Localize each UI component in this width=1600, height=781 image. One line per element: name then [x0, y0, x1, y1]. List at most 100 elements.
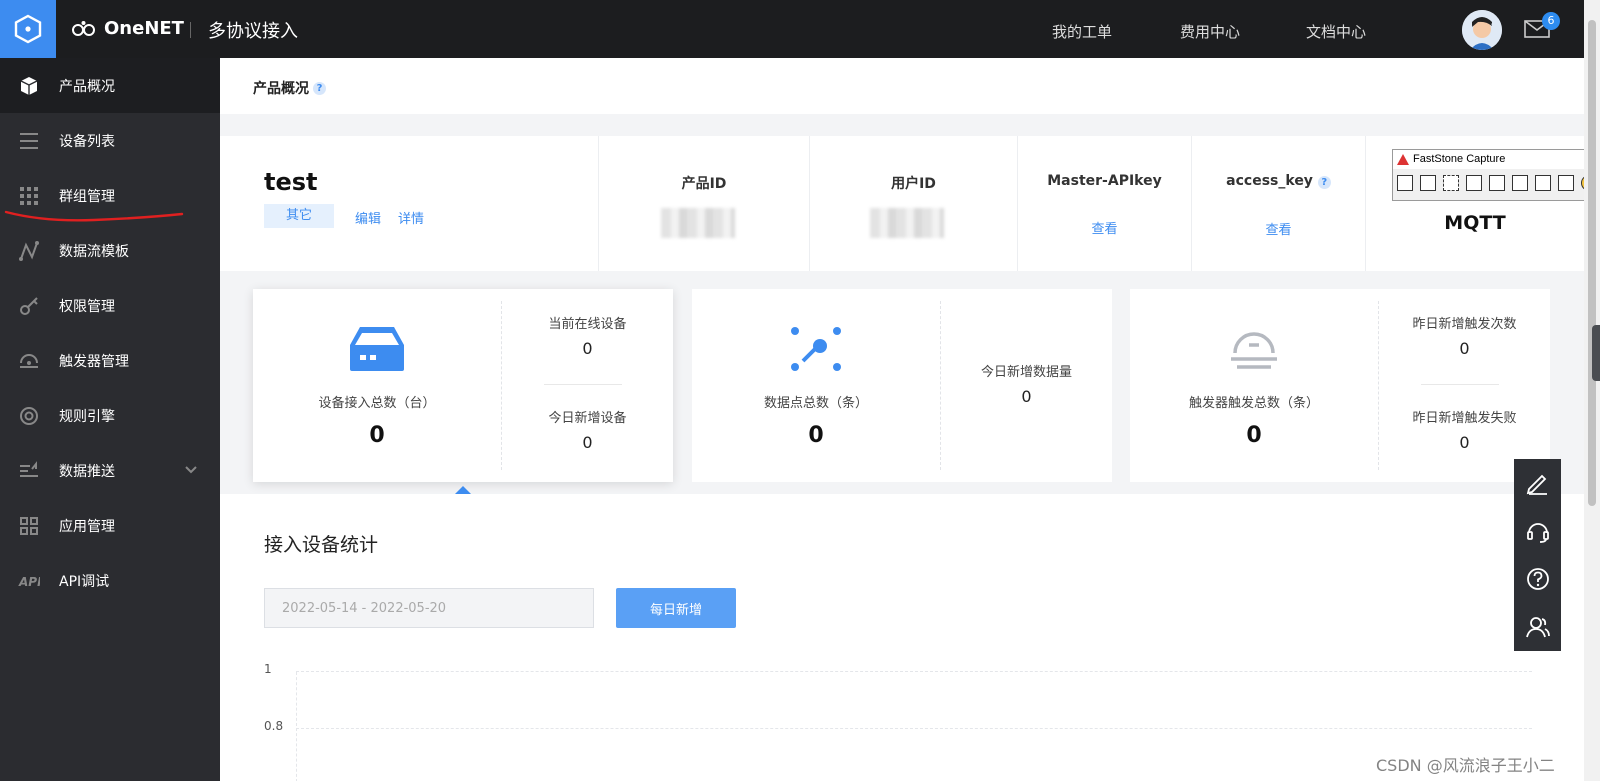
y-tick-0-8: 0.8	[264, 719, 284, 733]
sidebar-item-api-debug[interactable]: API API调试	[0, 553, 220, 608]
yesterday-failed-value: 0	[1459, 433, 1470, 452]
page-scrollbar[interactable]	[1584, 0, 1600, 781]
cube-icon	[18, 75, 40, 97]
edit-link[interactable]: 编辑	[355, 208, 381, 227]
device-stat-main: 设备接入总数（台） 0	[253, 289, 501, 482]
watermark: CSDN @风流浪子王小二	[1376, 756, 1555, 775]
trigger-icon	[1130, 325, 1378, 373]
feedback-button[interactable]	[1514, 459, 1561, 507]
master-apikey-label: Master-APIkey	[1047, 173, 1162, 189]
new-devices-label: 今日新增设备	[548, 411, 627, 426]
side-drawer-handle[interactable]	[1592, 325, 1600, 381]
sidebar-item-label: 应用管理	[59, 518, 115, 535]
onenet-logo-icon	[72, 20, 95, 36]
support-button[interactable]	[1514, 507, 1561, 555]
question-circle-icon	[1526, 568, 1549, 590]
sidebar-item-product-overview[interactable]: 产品概况	[0, 58, 220, 113]
sidebar-item-permission[interactable]: 权限管理	[0, 278, 220, 333]
sidebar-item-label: 群组管理	[59, 188, 115, 205]
sidebar-item-trigger[interactable]: 触发器管理	[0, 333, 220, 388]
floating-toolbar	[1514, 459, 1561, 651]
yesterday-trigger-value: 0	[1459, 339, 1470, 358]
top-bar: OneNET 多协议接入 我的工单 费用中心 文档中心 6	[0, 0, 1600, 58]
date-range-input[interactable]	[264, 588, 594, 628]
trigger-total-label: 触发器触发总数（条）	[1188, 396, 1319, 411]
hexagon-logo-icon	[14, 14, 42, 44]
daily-new-button[interactable]: 每日新增	[616, 588, 736, 628]
product-id-label: 产品ID	[681, 176, 727, 192]
online-devices-value: 0	[582, 339, 593, 358]
product-id-redacted	[661, 208, 735, 238]
capture-fixed-icon[interactable]	[1535, 175, 1551, 191]
device-stat-card[interactable]: 设备接入总数（台） 0 当前在线设备 0 今日新增设备 0	[253, 289, 673, 482]
device-total-value: 0	[369, 423, 385, 448]
help-button[interactable]	[1514, 555, 1561, 603]
trigger-stat-side: 昨日新增触发次数 0 昨日新增触发失败 0	[1379, 289, 1550, 482]
mail-badge: 6	[1542, 12, 1560, 30]
nav-my-tickets[interactable]: 我的工单	[1052, 21, 1112, 42]
user-id-label: 用户ID	[891, 176, 936, 192]
device-stat-side: 当前在线设备 0 今日新增设备 0	[502, 289, 673, 482]
apps-icon	[18, 515, 40, 537]
protocol-value: MQTT	[1444, 212, 1506, 234]
community-button[interactable]	[1514, 603, 1561, 651]
sidebar-item-label: 权限管理	[59, 298, 115, 315]
list-icon	[18, 130, 40, 152]
capture-region-icon[interactable]	[1443, 175, 1459, 191]
nav-docs[interactable]: 文档中心	[1306, 21, 1366, 42]
headset-icon	[1526, 523, 1549, 543]
api-icon: API	[18, 570, 40, 592]
red-underline-annotation	[4, 210, 184, 222]
product-tag: 其它	[264, 204, 334, 228]
device-box-icon	[253, 325, 501, 373]
grid-line	[296, 728, 1532, 729]
trigger-total-value: 0	[1246, 423, 1262, 448]
brand-logo[interactable]: OneNET	[72, 18, 184, 39]
access-key-column: access_key ? 查看	[1191, 136, 1365, 271]
access-key-header: access_key ?	[1192, 173, 1365, 189]
trigger-stat-card[interactable]: 触发器触发总数（条） 0 昨日新增触发次数 0 昨日新增触发失败 0	[1130, 289, 1550, 482]
master-apikey-view-link[interactable]: 查看	[1018, 218, 1191, 237]
faststone-toolbar	[1397, 175, 1597, 191]
new-data-label: 今日新增数据量	[980, 365, 1072, 380]
access-key-view-link[interactable]: 查看	[1192, 219, 1365, 238]
sidebar-item-device-list[interactable]: 设备列表	[0, 113, 220, 168]
sidebar-item-label: API调试	[59, 573, 110, 590]
chevron-down-icon	[184, 463, 198, 479]
access-key-label: access_key	[1226, 173, 1313, 189]
selected-card-pointer	[455, 486, 471, 494]
capture-freehand-icon[interactable]	[1466, 175, 1482, 191]
scrollbar-thumb[interactable]	[1588, 20, 1596, 506]
product-name: test	[264, 168, 318, 196]
product-id-column: 产品ID	[598, 136, 809, 271]
sidebar-item-datastream-template[interactable]: 数据流模板	[0, 223, 220, 278]
users-icon	[1525, 617, 1550, 638]
rule-icon	[18, 405, 40, 427]
app-logo[interactable]	[0, 0, 56, 58]
device-total-label: 设备接入总数（台）	[318, 396, 436, 411]
capture-window-icon[interactable]	[1397, 175, 1413, 191]
datapoint-stat-card[interactable]: 数据点总数（条） 0 今日新增数据量 0	[692, 289, 1112, 482]
capture-fullscreen-icon[interactable]	[1489, 175, 1505, 191]
help-icon[interactable]: ?	[1317, 176, 1331, 189]
grid-dots-icon	[18, 185, 40, 207]
pencil-icon	[1526, 474, 1547, 495]
trigger-stat-main: 触发器触发总数（条） 0	[1130, 289, 1378, 482]
detail-link[interactable]: 详情	[398, 208, 424, 227]
faststone-capture-window: FastStone Capture	[1392, 149, 1600, 201]
sidebar-item-label: 数据流模板	[59, 243, 129, 260]
help-icon[interactable]: ?	[313, 81, 326, 95]
faststone-title: FastStone Capture	[1393, 150, 1600, 169]
page-header: 产品概况 ?	[220, 58, 1584, 114]
sidebar-item-rule-engine[interactable]: 规则引擎	[0, 388, 220, 443]
nav-billing[interactable]: 费用中心	[1180, 21, 1240, 42]
sidebar-item-app-manage[interactable]: 应用管理	[0, 498, 220, 553]
brand-divider	[190, 22, 191, 38]
grid-line	[296, 671, 1532, 672]
brand-name: OneNET	[104, 18, 184, 39]
sidebar-item-data-push[interactable]: 数据推送	[0, 443, 220, 498]
capture-scroll-icon[interactable]	[1512, 175, 1528, 191]
capture-video-icon[interactable]	[1558, 175, 1574, 191]
avatar[interactable]	[1462, 10, 1502, 50]
capture-object-icon[interactable]	[1420, 175, 1436, 191]
